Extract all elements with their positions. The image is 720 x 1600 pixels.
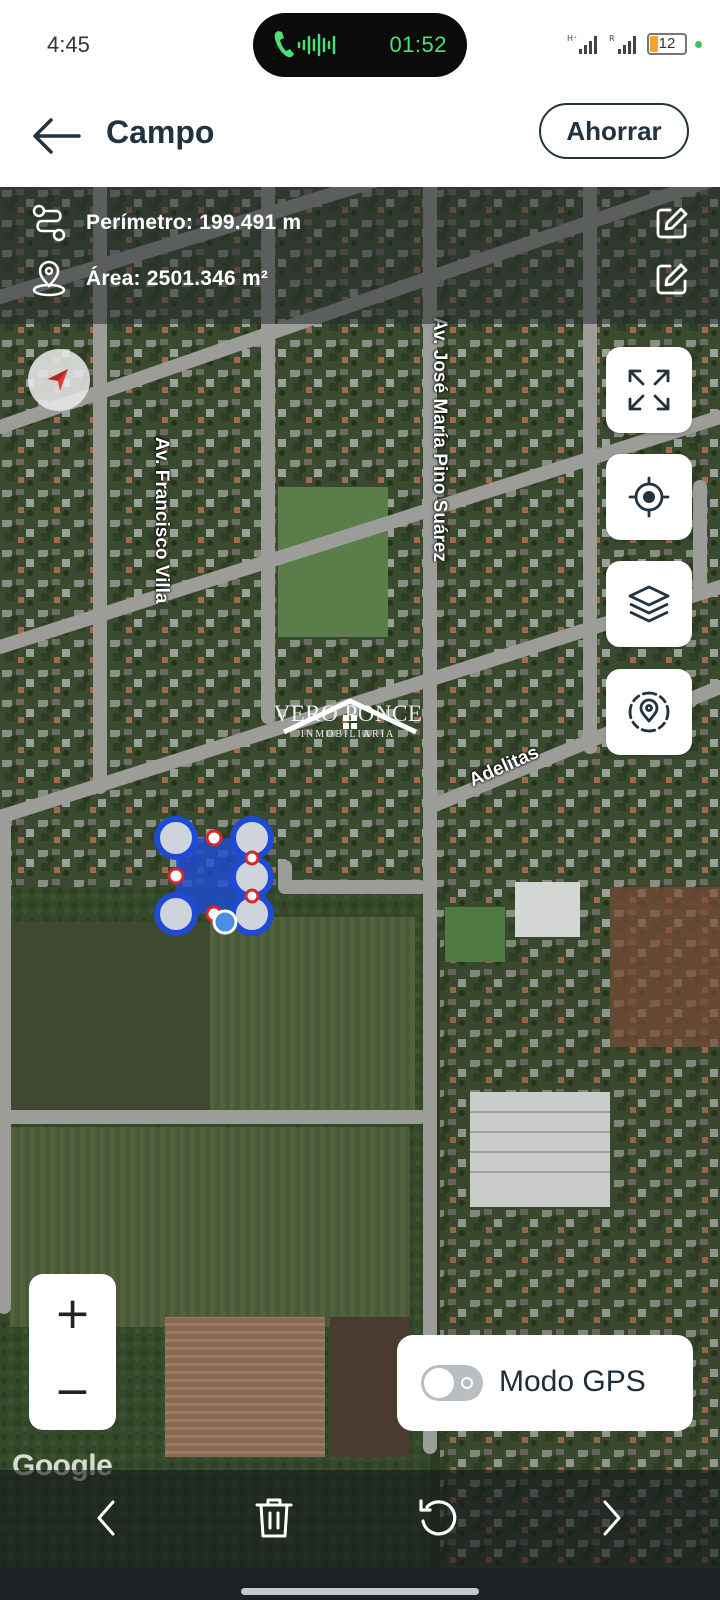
save-button[interactable]: Ahorrar	[539, 103, 689, 159]
back-button[interactable]	[28, 108, 84, 164]
svg-text:R: R	[609, 34, 615, 43]
watermark-subtitle: INMOBILIARIA	[300, 729, 396, 740]
home-indicator[interactable]	[241, 1588, 479, 1595]
chevron-left-icon	[97, 1500, 115, 1536]
call-timer: 01:52	[389, 32, 447, 57]
watermark-logo: VERO PONCE INMOBILIARIA	[258, 701, 438, 740]
trash-icon	[255, 1498, 293, 1538]
area-row: Área: 2501.346 m²	[30, 257, 268, 301]
signal-icon: H⁺	[567, 34, 597, 54]
area-text: Área: 2501.346 m²	[86, 267, 269, 290]
status-time: 4:45	[47, 32, 90, 57]
system-nav-bar	[0, 1568, 720, 1600]
zoom-controls: + −	[29, 1274, 116, 1430]
crosshair-icon	[628, 476, 670, 518]
perimeter-row: Perímetro: 199.491 m	[30, 201, 301, 245]
compass-button[interactable]	[28, 349, 90, 411]
undo-icon	[419, 1499, 457, 1536]
zoom-in-button[interactable]: +	[29, 1274, 116, 1352]
measurement-panel: Perímetro: 199.491 m Área: 2501.346 m²	[0, 187, 720, 324]
app-bar: Campo Ahorrar	[0, 88, 720, 187]
svg-text:H⁺: H⁺	[567, 34, 577, 43]
edit-icon	[656, 263, 688, 295]
edit-area-button[interactable]	[652, 259, 692, 299]
gps-mode-panel: Modo GPS	[397, 1335, 693, 1431]
delete-button[interactable]	[244, 1488, 304, 1548]
battery-icon: 12	[647, 33, 687, 55]
battery-level: 12	[658, 35, 676, 52]
status-bar: 4:45 01:52 H⁺ R 12	[0, 0, 720, 88]
perimeter-text: Perímetro: 199.491 m	[86, 211, 302, 234]
edit-perimeter-button[interactable]	[652, 203, 692, 243]
my-location-button[interactable]	[606, 454, 692, 540]
location-pin-icon	[32, 260, 66, 297]
street-label-pino-suarez: Av. José María Pino Suárez	[429, 317, 450, 562]
map-view[interactable]: VERO PONCE INMOBILIARIA Av. Francisco Vi…	[0, 187, 720, 1600]
layers-icon	[628, 585, 670, 623]
call-indicator[interactable]: 01:52	[253, 13, 467, 77]
next-button[interactable]	[582, 1488, 642, 1548]
phone-icon	[274, 31, 294, 58]
edit-icon	[656, 207, 688, 239]
route-icon	[32, 204, 66, 242]
previous-button[interactable]	[76, 1488, 136, 1548]
signal-2-icon: R	[609, 34, 636, 54]
map-layers-button[interactable]	[606, 561, 692, 647]
gps-mode-label: Modo GPS	[499, 1365, 646, 1398]
toggle-off-indicator	[461, 1377, 473, 1389]
watermark-title: VERO PONCE	[273, 701, 423, 726]
bottom-toolbar	[0, 1470, 720, 1568]
fullscreen-button[interactable]	[606, 347, 692, 433]
status-icons: H⁺ R 12	[567, 30, 702, 58]
gps-target-button[interactable]	[606, 669, 692, 755]
chevron-right-icon	[603, 1500, 621, 1536]
current-location-dot	[212, 909, 238, 935]
undo-button[interactable]	[408, 1488, 468, 1548]
page-title: Campo	[106, 114, 215, 150]
arrow-left-icon	[33, 118, 81, 154]
gps-mode-toggle[interactable]	[421, 1365, 483, 1401]
expand-icon	[628, 369, 670, 411]
toggle-knob	[424, 1368, 454, 1398]
zoom-out-button[interactable]: −	[29, 1352, 116, 1430]
audio-wave-icon	[297, 33, 336, 57]
status-dot	[695, 40, 702, 48]
street-label-francisco-villa: Av. Francisco Villa	[151, 437, 172, 604]
target-icon	[628, 691, 670, 733]
compass-icon	[48, 369, 68, 391]
